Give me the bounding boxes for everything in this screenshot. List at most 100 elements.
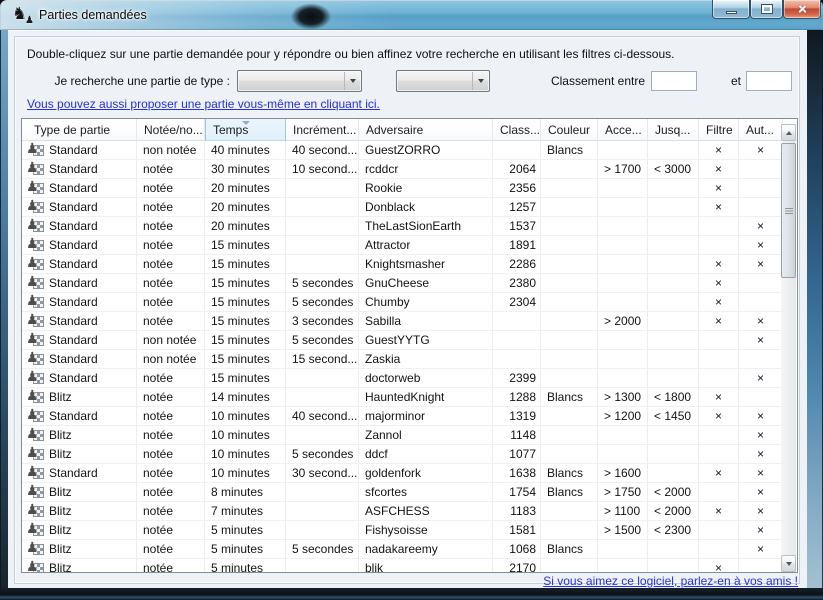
cell-increment: 5 secondes (286, 293, 359, 311)
pawn-icon: ♟ (26, 388, 39, 403)
pawn-icon: ♟ (26, 141, 39, 156)
table-row[interactable]: ♟Standardnotée15 minutesdoctorweb2399× (22, 369, 783, 388)
table-row[interactable]: ♟Blitznotée5 minutesblik2170× (22, 559, 783, 572)
scroll-up-button[interactable] (781, 124, 796, 141)
cell-rated: notée (137, 217, 205, 235)
cell-filter (699, 350, 739, 368)
table-row[interactable]: ♟Standardnotée20 minutesTheLastSionEarth… (22, 217, 783, 236)
rating-min-input[interactable] (651, 71, 697, 91)
column-header-5[interactable]: Class... (493, 119, 541, 141)
cell-increment (286, 521, 359, 539)
cell-rating (493, 331, 541, 349)
cell-max: < 2000 (648, 483, 699, 501)
column-header-6[interactable]: Couleur (541, 119, 598, 141)
cell-type: ♟Standard (22, 274, 137, 292)
cell-min (598, 217, 648, 235)
column-header-10[interactable]: Aut... (739, 119, 783, 141)
table-row[interactable]: ♟Standardnotée15 minutes5 secondesGnuChe… (22, 274, 783, 293)
rating-range-label: Classement entre (505, 74, 645, 88)
cell-rated: notée (137, 293, 205, 311)
title-bar[interactable]: ♞ ♟ Parties demandées (0, 0, 823, 30)
cell-auto (739, 388, 783, 406)
cell-max (648, 369, 699, 387)
table-row[interactable]: ♟Standardnotée10 minutes40 second...majo… (22, 407, 783, 426)
pawn-icon: ♟ (26, 407, 39, 422)
table-row[interactable]: ♟Standardnon notée15 minutes5 secondesGu… (22, 331, 783, 350)
cell-time: 7 minutes (205, 502, 286, 520)
column-header-7[interactable]: Acce... (598, 119, 648, 141)
column-header-3[interactable]: Incrément... (286, 119, 359, 141)
cell-rating: 1077 (493, 445, 541, 463)
scrollbar-thumb[interactable] (781, 143, 796, 278)
game-type-text: Standard (49, 293, 98, 311)
cell-rating (493, 312, 541, 330)
table-row[interactable]: ♟Standardnon notée40 minutes40 second...… (22, 141, 783, 160)
pawn-icon: ♟ (26, 426, 39, 441)
table-row[interactable]: ♟Standardnotée20 minutesRookie2356× (22, 179, 783, 198)
game-type-text: Blitz (49, 426, 72, 444)
pawn-icon: ♟ (26, 293, 39, 308)
cell-opponent: nadakareemy (359, 540, 493, 558)
table-row[interactable]: ♟Standardnotée15 minutes5 secondesChumby… (22, 293, 783, 312)
game-variant-combobox[interactable] (396, 70, 490, 92)
cell-time: 20 minutes (205, 217, 286, 235)
cell-increment: 30 second... (286, 464, 359, 482)
table-row[interactable]: ♟Blitznotée10 minutesZannol1148× (22, 426, 783, 445)
table-row[interactable]: ♟Standardnotée20 minutesDonblack1257× (22, 198, 783, 217)
pawn-board-icon: ♟ (27, 181, 45, 196)
table-row[interactable]: ♟Blitznotée8 minutessfcortes1754Blancs> … (22, 483, 783, 502)
cell-time: 15 minutes (205, 369, 286, 387)
table-row[interactable]: ♟Standardnotée15 minutesKnightsmasher228… (22, 255, 783, 274)
scroll-down-button[interactable] (781, 555, 796, 572)
minimize-button[interactable] (712, 0, 750, 19)
column-header-9[interactable]: Filtre (699, 119, 739, 141)
table-row[interactable]: ♟Blitznotée7 minutesASFCHESS1183> 1100< … (22, 502, 783, 521)
table-row[interactable]: ♟Standardnotée15 minutes3 secondesSabill… (22, 312, 783, 331)
cell-min: > 1100 (598, 502, 648, 520)
cell-filter: × (699, 274, 739, 292)
cell-increment: 5 secondes (286, 445, 359, 463)
game-type-combobox[interactable] (237, 70, 362, 92)
cell-auto: × (739, 407, 783, 425)
table-row[interactable]: ♟Blitznotée10 minutes5 secondesddcf1077× (22, 445, 783, 464)
column-header-1[interactable]: Notée/no... (137, 119, 205, 141)
cell-max (648, 312, 699, 330)
table-row[interactable]: ♟Standardnotée10 minutes30 second...gold… (22, 464, 783, 483)
cell-min (598, 445, 648, 463)
game-type-text: Standard (49, 464, 98, 482)
table-row[interactable]: ♟Standardnotée15 minutesAttractor1891× (22, 236, 783, 255)
maximize-icon (762, 5, 772, 13)
game-type-text: Blitz (49, 559, 72, 572)
column-header-0[interactable]: Type de partie (22, 119, 137, 141)
cell-rating (493, 350, 541, 368)
cell-rating: 1754 (493, 483, 541, 501)
cell-type: ♟Blitz (22, 483, 137, 501)
cell-color (541, 426, 598, 444)
column-header-4[interactable]: Adversaire (359, 119, 493, 141)
close-button[interactable] (783, 0, 821, 19)
table-row[interactable]: ♟Blitznotée5 minutesFishysoisse1581> 150… (22, 521, 783, 540)
cell-increment: 5 secondes (286, 331, 359, 349)
game-type-selected-value (242, 74, 341, 89)
table-row[interactable]: ♟Blitznotée14 minutesHauntedKnight1288Bl… (22, 388, 783, 407)
cell-max: < 2300 (648, 521, 699, 539)
cell-rated: non notée (137, 350, 205, 368)
rating-max-input[interactable] (746, 71, 792, 91)
propose-game-link[interactable]: Vous pouvez aussi proposer une partie vo… (27, 97, 380, 111)
combo-arrow-button[interactable] (344, 72, 360, 90)
cell-auto (739, 160, 783, 178)
tell-friends-link[interactable]: Si vous aimez ce logiciel, parlez-en à v… (543, 574, 798, 588)
table-row[interactable]: ♟Standardnon notée15 minutes15 second...… (22, 350, 783, 369)
table-row[interactable]: ♟Standardnotée30 minutes10 second...rcdd… (22, 160, 783, 179)
column-header-label: Couleur (548, 123, 590, 137)
maximize-button[interactable] (750, 0, 783, 19)
combo-arrow-button[interactable] (472, 72, 488, 90)
column-header-8[interactable]: Jusq... (648, 119, 699, 141)
cell-time: 10 minutes (205, 426, 286, 444)
column-header-2[interactable]: Temps (205, 119, 286, 141)
cell-opponent: Fishysoisse (359, 521, 493, 539)
cell-time: 15 minutes (205, 255, 286, 273)
vertical-scrollbar[interactable] (781, 124, 796, 572)
game-variant-selected-value (401, 74, 469, 89)
table-row[interactable]: ♟Blitznotée5 minutes5 secondesnadakareem… (22, 540, 783, 559)
